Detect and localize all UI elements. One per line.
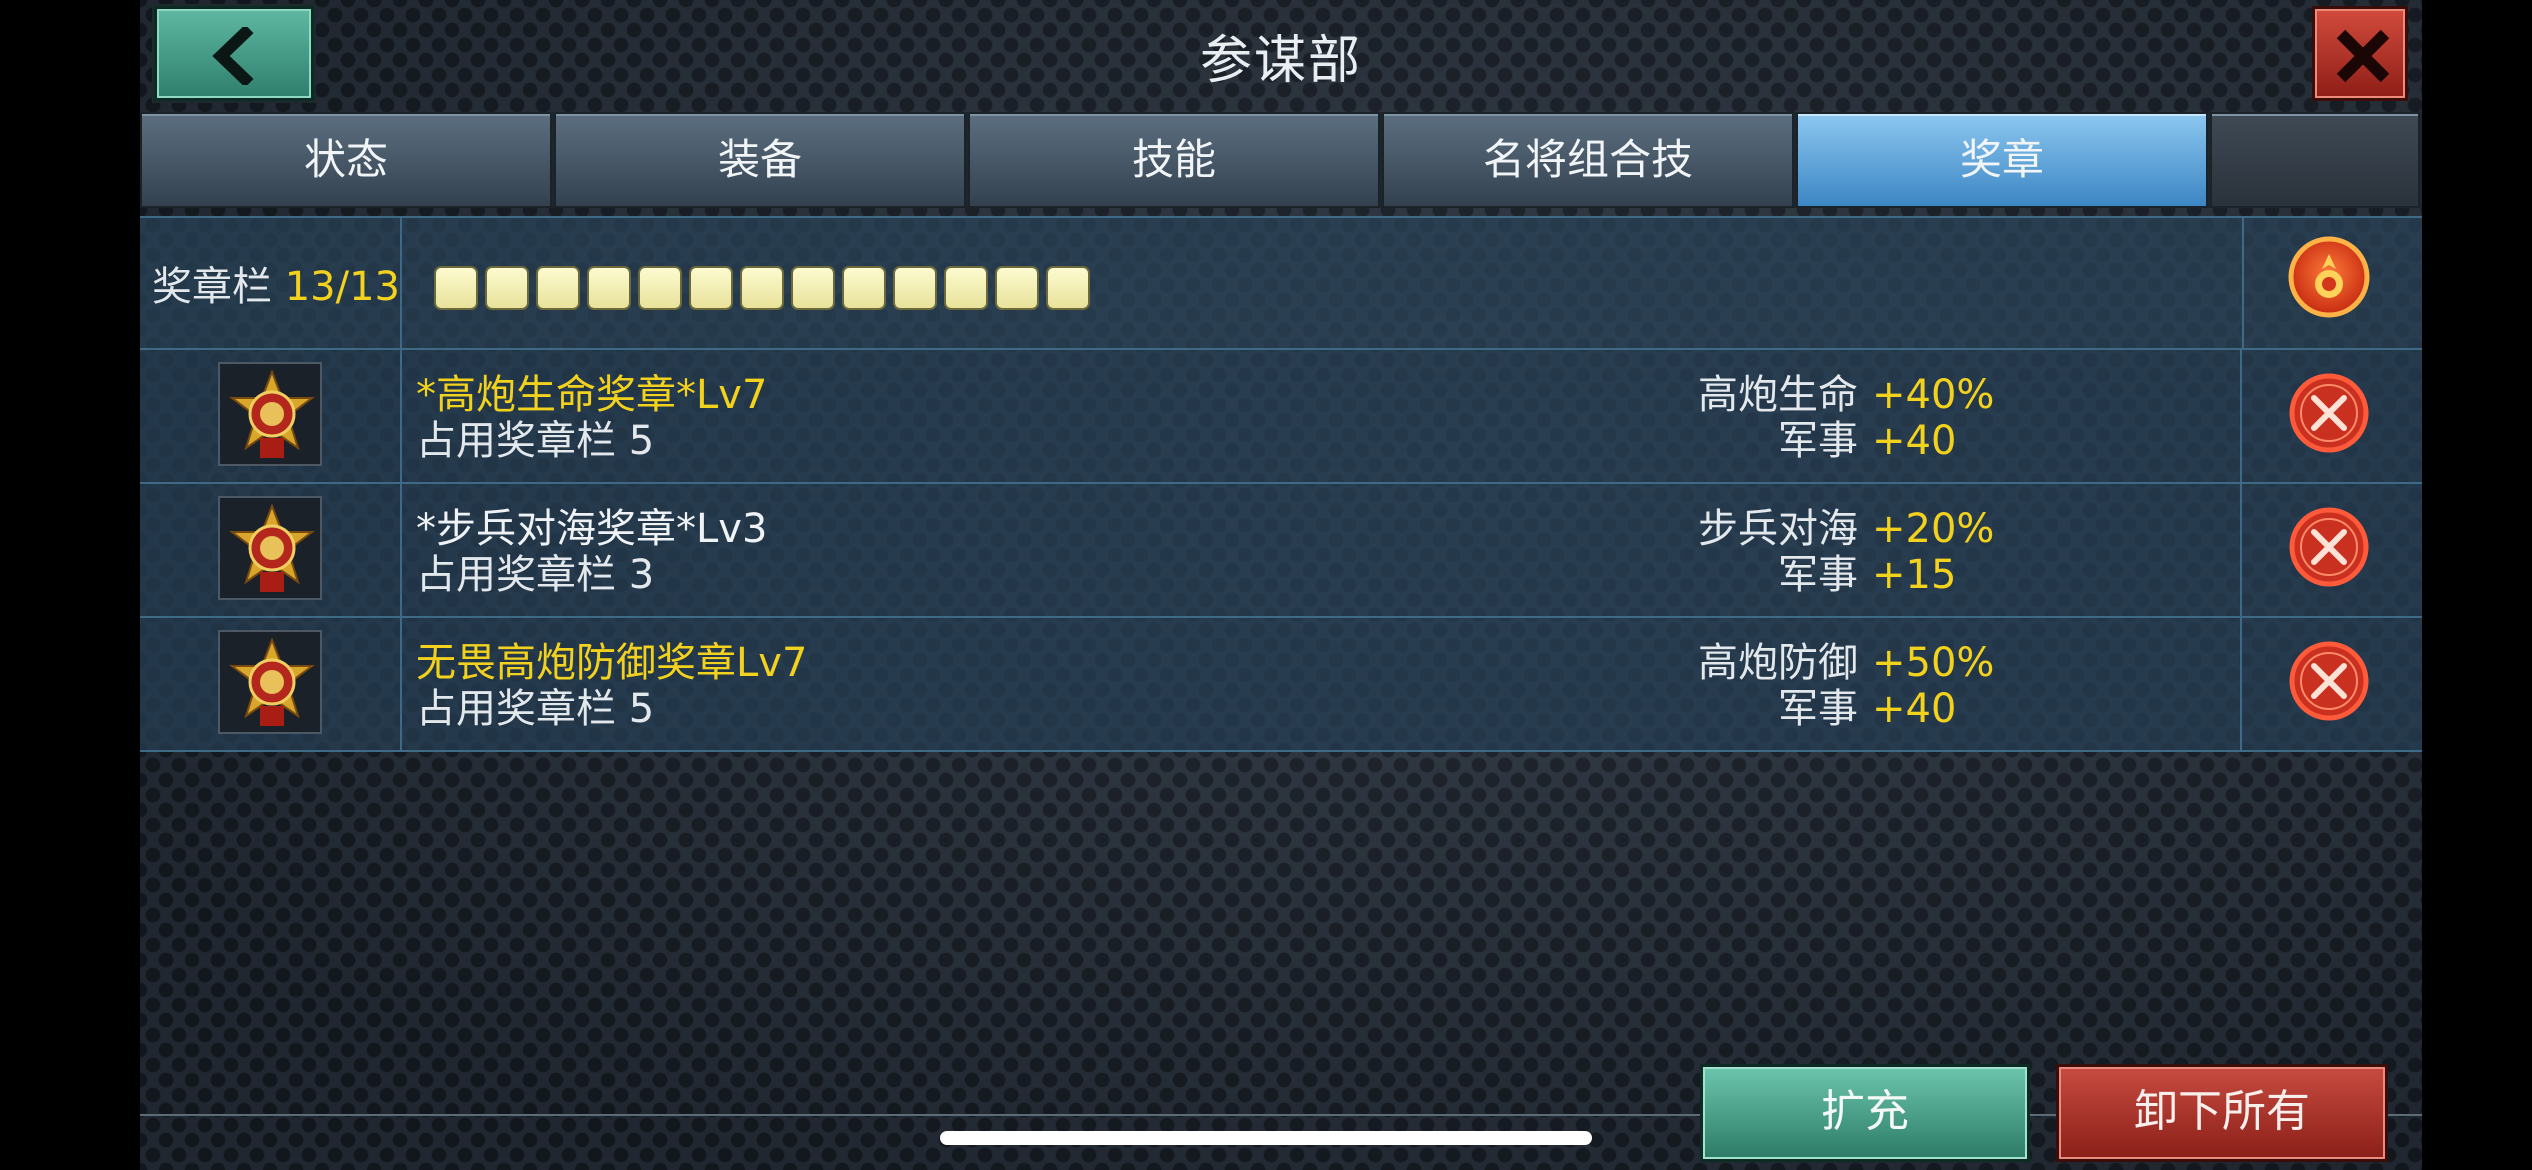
home-indicator[interactable] bbox=[940, 1131, 1592, 1145]
tab-equipment[interactable]: 装备 bbox=[554, 112, 966, 208]
medal-stat: 军事 +40 bbox=[1778, 676, 1992, 734]
medal-stat: 军事 +40 bbox=[1778, 408, 1992, 466]
medal-slot bbox=[742, 268, 782, 308]
divider bbox=[2240, 618, 2242, 750]
stat-value: +40 bbox=[1872, 686, 1957, 732]
stat-label: 军事 bbox=[1778, 552, 1858, 598]
divider bbox=[2240, 350, 2242, 482]
medal-slot bbox=[538, 268, 578, 308]
medal-slot-bar: 奖章栏 13/13 bbox=[140, 216, 2422, 350]
stat-value: +40 bbox=[1872, 418, 1957, 464]
stat-label: 军事 bbox=[1778, 686, 1858, 732]
divider bbox=[2242, 218, 2244, 350]
expand-button[interactable]: 扩充 bbox=[1700, 1064, 2030, 1162]
medal-row: *高炮生命奖章*Lv7 占用奖章栏 5 高炮生命 +40% 军事 +40 bbox=[140, 350, 2422, 484]
panel: 参谋部 状态 装备 技能 名将组合技 奖章 奖章栏 13/13 *高炮生命奖章*… bbox=[140, 0, 2422, 1170]
remove-medal-icon[interactable] bbox=[2286, 504, 2372, 590]
tab-combo-skills[interactable]: 名将组合技 bbox=[1382, 112, 1794, 208]
tab-bar: 状态 装备 技能 名将组合技 奖章 bbox=[140, 112, 2422, 208]
remove-medal-icon[interactable] bbox=[2286, 638, 2372, 724]
medal-slot-usage: 占用奖章栏 5 bbox=[416, 418, 655, 464]
medal-slot bbox=[691, 268, 731, 308]
medal-slot bbox=[997, 268, 1037, 308]
medal-thumbnail[interactable] bbox=[218, 496, 322, 600]
infantry-medal-icon bbox=[229, 503, 315, 592]
divider bbox=[400, 618, 402, 750]
tab-skills[interactable]: 技能 bbox=[968, 112, 1380, 208]
artillery-medal-icon bbox=[229, 369, 315, 458]
medal-icon[interactable] bbox=[2286, 234, 2372, 320]
divider bbox=[400, 484, 402, 616]
tab-filler bbox=[2210, 112, 2420, 208]
medal-slot bbox=[487, 268, 527, 308]
slot-squares bbox=[436, 268, 1088, 308]
divider bbox=[400, 218, 402, 350]
page-title: 参谋部 bbox=[1199, 31, 1362, 91]
medal-slot bbox=[793, 268, 833, 308]
close-button[interactable] bbox=[2312, 6, 2408, 101]
unload-all-button[interactable]: 卸下所有 bbox=[2056, 1064, 2388, 1162]
medal-thumbnail[interactable] bbox=[218, 630, 322, 734]
medal-slot bbox=[1048, 268, 1088, 308]
artillery-defense-medal-icon bbox=[229, 637, 315, 726]
close-x-icon bbox=[2336, 29, 2390, 83]
stat-value: +15 bbox=[1872, 552, 1957, 598]
medal-slot bbox=[640, 268, 680, 308]
medal-slot bbox=[844, 268, 884, 308]
medal-slot bbox=[946, 268, 986, 308]
slot-bar-label: 奖章栏 13/13 bbox=[152, 254, 400, 312]
medal-slot bbox=[436, 268, 476, 308]
medal-slot-usage: 占用奖章栏 5 bbox=[416, 686, 655, 732]
divider bbox=[2240, 484, 2242, 616]
slot-bar-count: 13/13 bbox=[284, 264, 400, 310]
tab-status[interactable]: 状态 bbox=[140, 112, 552, 208]
slot-bar-title: 奖章栏 bbox=[152, 264, 272, 310]
tab-medals[interactable]: 奖章 bbox=[1796, 112, 2208, 208]
remove-medal-icon[interactable] bbox=[2286, 370, 2372, 456]
medal-thumbnail[interactable] bbox=[218, 362, 322, 466]
medal-stat: 军事 +15 bbox=[1778, 542, 1992, 600]
divider bbox=[400, 350, 402, 482]
medal-slot bbox=[589, 268, 629, 308]
medal-slot bbox=[895, 268, 935, 308]
stat-label: 军事 bbox=[1778, 418, 1858, 464]
medal-slot-usage: 占用奖章栏 3 bbox=[416, 552, 655, 598]
medal-row: 无畏高炮防御奖章Lv7 占用奖章栏 5 高炮防御 +50% 军事 +40 bbox=[140, 618, 2422, 752]
medal-row: *步兵对海奖章*Lv3 占用奖章栏 3 步兵对海 +20% 军事 +15 bbox=[140, 484, 2422, 618]
